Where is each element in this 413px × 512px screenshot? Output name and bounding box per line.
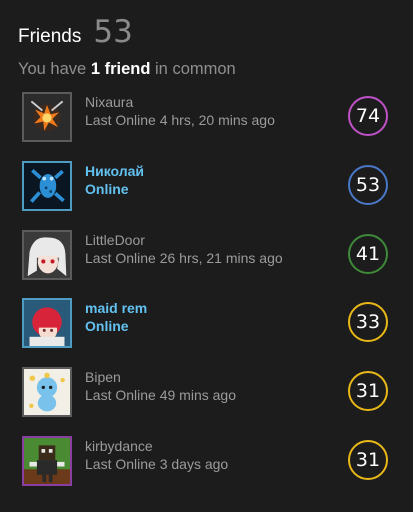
friends-count[interactable]: 53	[93, 14, 132, 50]
friend-status: Online	[85, 318, 129, 334]
friend-row[interactable]: maid rem Online 33	[22, 298, 402, 354]
friend-avatar[interactable]	[22, 298, 72, 348]
pixel-character-avatar-icon	[24, 438, 70, 484]
blue-chao-avatar-icon	[24, 369, 70, 415]
blue-frog-avatar-icon	[24, 163, 70, 209]
friends-panel: Friends 53 You have 1 friend in common N…	[0, 0, 413, 512]
friend-name[interactable]: Николай	[85, 163, 144, 179]
friend-row[interactable]: Nixaura Last Online 4 hrs, 20 mins ago 7…	[22, 92, 402, 148]
common-friend-count[interactable]: 1 friend	[91, 60, 151, 78]
friend-name[interactable]: maid rem	[85, 300, 147, 316]
friend-level-badge[interactable]: 31	[348, 371, 388, 411]
friend-level-badge[interactable]: 31	[348, 440, 388, 480]
friend-name[interactable]: Nixaura	[85, 94, 133, 110]
friend-row[interactable]: kirbydance Last Online 3 days ago 31	[22, 436, 402, 492]
friend-row[interactable]: Николай Online 53	[22, 161, 402, 217]
friend-level-badge[interactable]: 33	[348, 302, 388, 342]
white-hair-anime-avatar-icon	[24, 232, 70, 278]
friend-avatar[interactable]	[22, 92, 72, 142]
friend-status: Last Online 49 mins ago	[85, 387, 236, 403]
flame-avatar-icon	[24, 94, 70, 140]
friend-avatar[interactable]	[22, 161, 72, 211]
friend-status: Online	[85, 181, 129, 197]
friend-status: Last Online 3 days ago	[85, 456, 229, 472]
friends-in-common: You have 1 friend in common	[18, 60, 236, 79]
friends-title[interactable]: Friends	[18, 26, 81, 48]
friends-header: Friends 53	[18, 14, 133, 54]
friend-avatar[interactable]	[22, 367, 72, 417]
friend-level-badge[interactable]: 53	[348, 165, 388, 205]
friend-name[interactable]: kirbydance	[85, 438, 153, 454]
common-prefix: You have	[18, 60, 87, 78]
friend-status: Last Online 26 hrs, 21 mins ago	[85, 250, 283, 266]
friend-level-badge[interactable]: 74	[348, 96, 388, 136]
friend-name[interactable]: LittleDoor	[85, 232, 145, 248]
common-suffix: in common	[155, 60, 236, 78]
friend-row[interactable]: Bipen Last Online 49 mins ago 31	[22, 367, 402, 423]
friend-name[interactable]: Bipen	[85, 369, 121, 385]
friend-level-badge[interactable]: 41	[348, 234, 388, 274]
friend-status: Last Online 4 hrs, 20 mins ago	[85, 112, 275, 128]
red-hair-anime-avatar-icon	[24, 300, 70, 346]
friend-avatar[interactable]	[22, 230, 72, 280]
friend-avatar[interactable]	[22, 436, 72, 486]
friend-row[interactable]: LittleDoor Last Online 26 hrs, 21 mins a…	[22, 230, 402, 286]
